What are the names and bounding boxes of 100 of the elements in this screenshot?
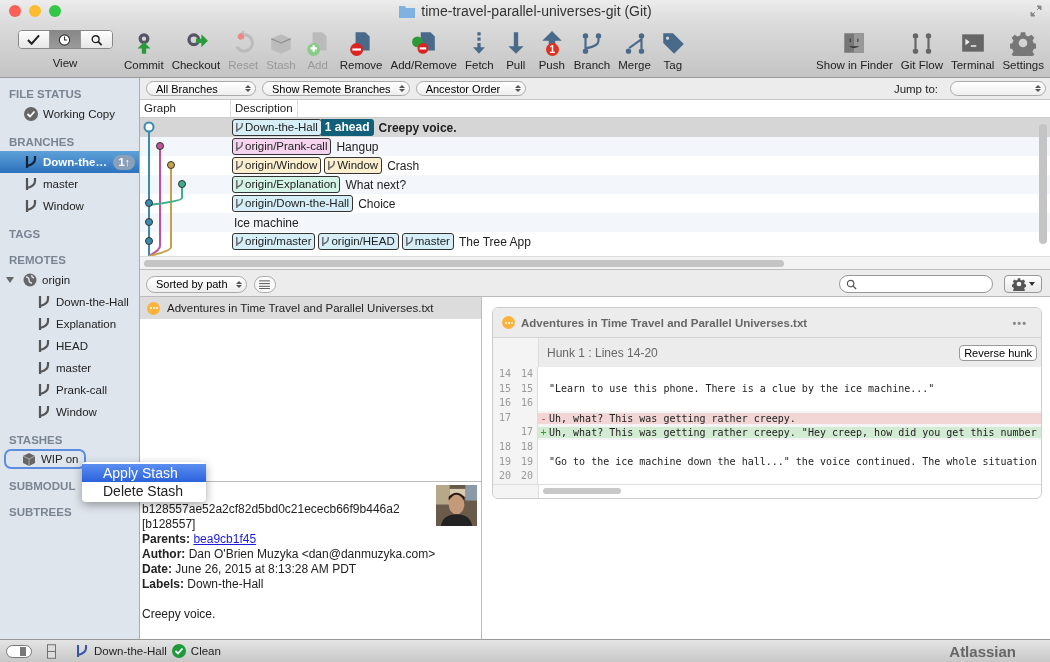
reverse-hunk-button[interactable]: Reverse hunk: [959, 344, 1037, 361]
scrollbar[interactable]: [144, 259, 784, 267]
split-view-icon[interactable]: [47, 643, 56, 659]
commit-row[interactable]: origin/Explanation What next?: [140, 175, 1050, 194]
parent-link[interactable]: bea9cb1f45: [193, 532, 257, 546]
commit-message: Hangup: [336, 139, 379, 154]
view-mode-button[interactable]: [49, 31, 81, 48]
view-switcher[interactable]: [17, 30, 113, 49]
settings-dropdown[interactable]: [1004, 275, 1042, 293]
finder-button[interactable]: Show in Finder: [812, 30, 897, 71]
line-number: 20: [493, 469, 515, 484]
sidebar-item[interactable]: master: [0, 173, 139, 195]
menu-item[interactable]: Delete Stash: [82, 482, 206, 500]
jump-to-label: Jump to:: [893, 82, 938, 95]
sidebar-item[interactable]: Window: [0, 195, 139, 217]
commit-row[interactable]: origin/Prank-call Hangup: [140, 137, 1050, 156]
fetch-button[interactable]: Fetch: [461, 30, 498, 71]
disclosure-triangle-icon[interactable]: [6, 276, 14, 284]
checkmark-circle-icon: [24, 107, 38, 121]
terminal-button[interactable]: Terminal: [946, 30, 999, 71]
jump-to-dropdown[interactable]: [950, 81, 1046, 96]
commit-message: Crash: [387, 158, 420, 173]
branch-label: origin/Prank-call: [232, 138, 332, 155]
sidebar-toggle-button[interactable]: [6, 644, 32, 658]
line-number: 14: [493, 367, 515, 382]
sidebar-item[interactable]: Down-the… 1↑: [0, 151, 139, 173]
checkmark-circle-icon: [171, 644, 186, 658]
close-button[interactable]: [9, 5, 21, 17]
menu-item[interactable]: Apply Stash: [82, 464, 206, 482]
line-number: 20: [515, 469, 538, 484]
pull-button[interactable]: Pull: [497, 30, 534, 71]
sidebar-item[interactable]: Explanation: [0, 313, 139, 335]
scrollbar[interactable]: [543, 488, 621, 495]
file-row[interactable]: Adventures in Time Travel and Parallel Universes.txt: [140, 297, 481, 319]
section-header: REMOTES: [8, 253, 66, 268]
merge-button[interactable]: Merge: [614, 30, 655, 71]
remove-button[interactable]: Remove: [335, 30, 387, 71]
commit-message: What next?: [345, 177, 407, 192]
commit-button[interactable]: Commit: [120, 30, 168, 71]
ahead-badge: 1 ahead: [320, 119, 374, 136]
commit-detail-line: Parents: bea9cb1f45: [142, 532, 258, 547]
minus-sign: -: [538, 412, 549, 424]
view-mode-button[interactable]: [18, 31, 50, 48]
column-header[interactable]: Description: [231, 100, 298, 117]
hunk-header: Hunk 1 : Lines 14-20: [546, 345, 659, 360]
commit-message: Choice: [358, 196, 396, 211]
count-badge: 1: [545, 43, 559, 56]
commit-row[interactable]: origin/master origin/HEAD master The Tree App: [140, 232, 1050, 251]
filter-dropdown[interactable]: Show Remote Branches: [262, 81, 410, 96]
section-header: BRANCHES: [8, 135, 75, 150]
list-view-button[interactable]: [253, 275, 276, 293]
clock-icon: [58, 33, 71, 46]
column-header[interactable]: Graph: [140, 100, 231, 117]
commit-row[interactable]: origin/Down-the-Hall Choice: [140, 194, 1050, 213]
sidebar-item[interactable]: origin: [0, 269, 139, 291]
line-number: 14: [515, 367, 538, 382]
commit-row[interactable]: origin/Window Window Crash: [140, 156, 1050, 175]
file-title: Adventures in Time Travel and Parallel Universes.txt: [521, 316, 808, 329]
tag-button[interactable]: Tag: [654, 30, 691, 71]
folder-icon: [399, 4, 416, 18]
commit-message: The Tree App: [458, 234, 531, 249]
line-number: 16: [493, 396, 515, 411]
settings-button[interactable]: Settings: [998, 30, 1048, 71]
modified-icon: [147, 301, 160, 315]
view-label: View: [52, 57, 78, 69]
section-header: SUBTREES: [8, 505, 72, 520]
view-mode-button[interactable]: [80, 31, 112, 48]
sidebar-item[interactable]: Window: [0, 401, 139, 423]
push-button[interactable]: 1 Push: [533, 30, 570, 71]
window-title: time-travel-parallel-universes-git (Git): [421, 3, 652, 19]
sidebar-item[interactable]: Down-the-Hall: [0, 291, 139, 313]
search-field[interactable]: [839, 275, 993, 293]
sidebar-item[interactable]: WIP on: [4, 449, 86, 469]
filter-dropdown[interactable]: All Branches: [146, 81, 256, 96]
sort-dropdown[interactable]: Sorted by path: [146, 275, 247, 293]
commit-message: Ice machine: [234, 215, 299, 230]
fullscreen-icon[interactable]: [1030, 5, 1042, 17]
branch-label: origin/master: [232, 233, 316, 250]
section-header: FILE STATUS: [8, 87, 82, 102]
commit-row[interactable]: Down-the-Hall 1 ahead Creepy voice.: [140, 118, 1050, 137]
branch-button[interactable]: Branch: [569, 30, 615, 71]
scrollbar[interactable]: [1039, 124, 1047, 244]
commit-row[interactable]: Ice machine: [140, 213, 1050, 232]
branch-label: origin/HEAD: [318, 233, 399, 250]
search-icon: [846, 278, 857, 290]
gitflow-button[interactable]: Git Flow: [896, 30, 947, 71]
updown-arrows-icon: [235, 280, 242, 288]
checkout-button[interactable]: Checkout: [167, 30, 225, 71]
filter-dropdown[interactable]: Ancestor Order: [415, 81, 526, 96]
addremove-button[interactable]: Add/Remove: [386, 30, 461, 71]
sidebar-item[interactable]: Working Copy: [0, 103, 139, 125]
section-header: STASHES: [8, 433, 63, 448]
current-branch: Down-the-Hall: [94, 645, 167, 657]
sidebar-item[interactable]: HEAD: [0, 335, 139, 357]
sidebar-item[interactable]: Prank-call: [0, 379, 139, 401]
globe-icon: [23, 273, 37, 287]
sidebar-item[interactable]: master: [0, 357, 139, 379]
document-plus-minus-icon: [410, 30, 437, 56]
caret-icon: [1028, 282, 1035, 286]
list-icon: [259, 279, 271, 289]
